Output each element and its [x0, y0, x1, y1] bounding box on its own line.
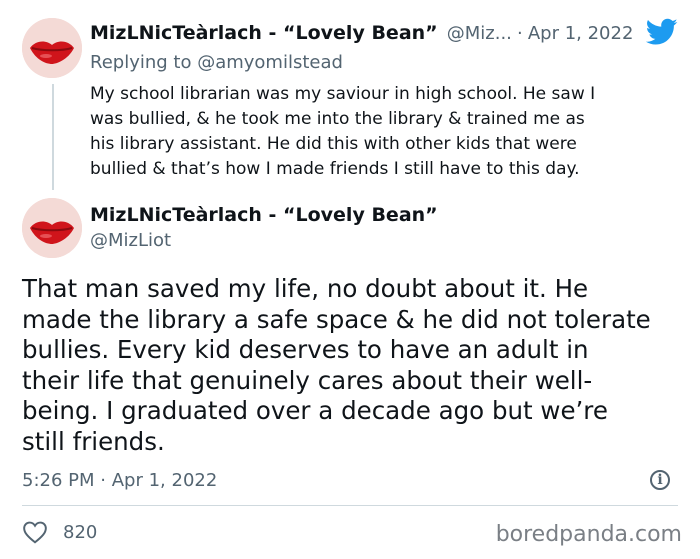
main-text-line: their life that genuinely cares about th…: [22, 365, 593, 395]
main-time[interactable]: 5:26 PM: [22, 470, 95, 491]
main-text-line: being. I graduated over a decade ago but…: [22, 396, 608, 425]
boredpanda-watermark: boredpanda.com: [495, 522, 682, 547]
stats-divider: [22, 505, 678, 506]
main-text-line: made the library a safe space & he did n…: [22, 304, 651, 334]
reply-separator: ·: [517, 23, 523, 44]
main-separator: ·: [100, 470, 106, 491]
replying-to-line: Replying to @amyomilstead: [90, 52, 343, 73]
reply-display-name[interactable]: MizLNicTeàrlach - “Lovely Bean”: [90, 22, 438, 44]
main-handle[interactable]: @MizLiot: [90, 230, 171, 251]
reply-text-line: My school librarian was my saviour in hi…: [90, 84, 596, 104]
lips-avatar-image: [22, 18, 82, 78]
reply-header: MizLNicTeàrlach - “Lovely Bean” @Miz... …: [90, 22, 633, 44]
replying-to-prefix: Replying to: [90, 52, 198, 73]
like-row[interactable]: 820: [22, 520, 97, 544]
twitter-bird-icon: [645, 18, 678, 50]
main-date[interactable]: Apr 1, 2022: [112, 470, 218, 491]
main-text-line: still friends.: [22, 426, 165, 456]
like-count: 820: [63, 521, 98, 543]
main-display-name[interactable]: MizLNicTeàrlach - “Lovely Bean”: [90, 204, 438, 226]
reply-text: My school librarian was my saviour in hi…: [90, 82, 680, 182]
main-text: That man saved my life, no doubt about i…: [22, 274, 687, 457]
reply-text-line: bullied & that’s how I made friends I st…: [90, 159, 580, 179]
main-text-line: bullies. Every kid deserves to have an a…: [22, 335, 589, 364]
info-icon[interactable]: i: [650, 470, 670, 490]
reply-date[interactable]: Apr 1, 2022: [528, 23, 634, 44]
main-timestamp: 5:26 PM · Apr 1, 2022: [22, 470, 217, 491]
heart-icon[interactable]: [22, 520, 48, 544]
main-avatar[interactable]: [22, 198, 82, 258]
reply-handle[interactable]: @Miz...: [447, 23, 512, 44]
lips-avatar-image: [22, 198, 82, 258]
main-text-line: That man saved my life, no doubt about i…: [22, 274, 589, 303]
reply-text-line: was bullied, & he took me into the libra…: [90, 109, 585, 129]
reply-avatar[interactable]: [22, 18, 82, 78]
reply-text-line: his library assistant. He did this with …: [90, 134, 577, 154]
thread-connector-line: [52, 84, 54, 190]
replying-to-handle[interactable]: @amyomilstead: [197, 52, 343, 73]
